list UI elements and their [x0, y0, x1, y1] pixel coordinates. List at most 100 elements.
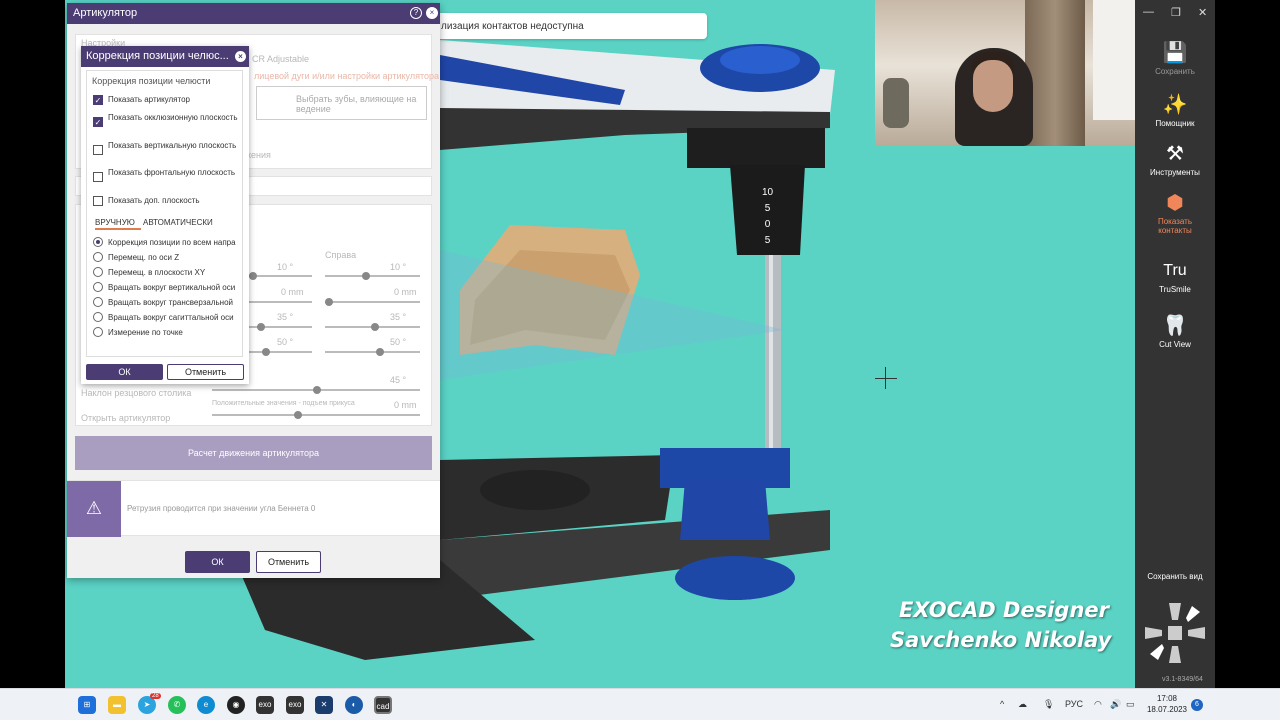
close-icon[interactable]: ×: [426, 7, 438, 19]
left-value-2: 0 mm: [281, 287, 304, 297]
exocad-cad-icon[interactable]: cad: [374, 696, 392, 714]
show-contacts-label: Показать контакты: [1157, 217, 1192, 235]
radio-selected-icon: [93, 237, 103, 247]
trusmile-icon: Tru: [1163, 262, 1187, 279]
trusmile-button[interactable]: Tru TruSmile: [1135, 260, 1215, 294]
assistant-button[interactable]: ✨ Помощник: [1135, 94, 1215, 128]
tooth-icon: 🦷: [1162, 315, 1188, 337]
select-teeth-button[interactable]: Выбрать зубы, влияющие на ведение: [256, 86, 427, 120]
mic-icon[interactable]: 🎙: [1043, 699, 1054, 710]
articulator-type[interactable]: CR Adjustable: [252, 54, 309, 64]
help-icon[interactable]: ?: [410, 7, 422, 19]
dialog-cancel-button[interactable]: Отменить: [256, 551, 321, 573]
checkbox-checked-icon: ✓: [93, 95, 103, 105]
chevron-up-icon[interactable]: ^: [1000, 699, 1004, 709]
chrome-icon[interactable]: ◉: [227, 696, 245, 714]
excel-like-icon[interactable]: ✕: [315, 696, 333, 714]
right-letterbox: [1215, 0, 1280, 720]
show-contacts-button[interactable]: ⬢ Показать контакты: [1135, 192, 1215, 235]
section-header: Коррекция позиции челюсти: [92, 76, 211, 86]
tools-label: Инструменты: [1150, 168, 1200, 177]
tab-manual[interactable]: ВРУЧНУЮ: [95, 218, 135, 227]
scale-label: 0: [764, 219, 771, 230]
left-slider-3[interactable]: [247, 323, 312, 331]
right-toolbar: — ❐ ✕ 💾 Сохранить ✨ Помощник ⚒ Инструмен…: [1135, 0, 1215, 688]
popup-close-icon[interactable]: ×: [235, 51, 246, 62]
popup-ok-button[interactable]: ОК: [86, 364, 163, 380]
left-letterbox: [0, 0, 65, 720]
checkbox-label: Показать вертикальную плоскость: [108, 141, 237, 150]
popup-title: Коррекция позиции челюс...: [86, 50, 229, 62]
right-value-4: 50 °: [390, 337, 407, 347]
crosshair-cursor: [885, 367, 886, 389]
popup-titlebar[interactable]: Коррекция позиции челюс... ×: [81, 46, 249, 67]
wifi-icon[interactable]: ◠: [1094, 699, 1102, 710]
clock-time: 17:08: [1156, 694, 1178, 703]
calculate-motion-button[interactable]: Расчет движения артикулятора: [75, 436, 432, 470]
volume-icon[interactable]: 🔊: [1110, 699, 1121, 710]
dialog-titlebar[interactable]: Артикулятор ? ×: [67, 3, 440, 24]
save-icon: 💾: [1162, 42, 1188, 64]
left-value-4: 50 °: [277, 337, 294, 347]
facebow-hint: лицевой дуги и/или настройки артикулятор…: [254, 71, 440, 81]
cloud-icon[interactable]: ☁: [1018, 699, 1027, 710]
file-explorer-icon[interactable]: ▬: [108, 696, 126, 714]
radio-label: Перемещ. в плоскости XY: [108, 268, 206, 277]
checkbox-label: Показать доп. плоскость: [108, 196, 200, 205]
left-slider-4[interactable]: [247, 348, 312, 356]
left-slider-2[interactable]: [247, 301, 312, 303]
exocad-app-icon[interactable]: exo: [286, 696, 304, 714]
tools-button[interactable]: ⚒ Инструменты: [1135, 143, 1215, 177]
checkbox-unchecked-icon: [93, 172, 103, 182]
checkbox-label: Показать артикулятор: [108, 95, 190, 104]
right-slider-1[interactable]: [325, 272, 420, 280]
windows-start-icon[interactable]: ⊞: [78, 696, 96, 714]
radio-label: Вращать вокруг сагиттальной оси: [108, 313, 234, 322]
restore-icon[interactable]: ❐: [1171, 6, 1181, 19]
popup-cancel-button[interactable]: Отменить: [167, 364, 244, 380]
version-label: v3.1-8349/64: [1162, 676, 1203, 683]
checkbox-unchecked-icon: [93, 145, 103, 155]
tab-automatic[interactable]: АВТОМАТИЧЕСКИ: [143, 218, 213, 227]
incisal-table-slider[interactable]: [212, 386, 420, 394]
checkbox-checked-icon: ✓: [93, 117, 103, 127]
minimize-icon[interactable]: —: [1143, 6, 1154, 18]
whatsapp-icon[interactable]: ✆: [168, 696, 186, 714]
cut-view-button[interactable]: 🦷 Cut View: [1135, 315, 1215, 349]
taskbar: ⊞ ▬ ➤ 28 ✆ e ◉ exo exo ✕ ◐ cad ^ ☁ 🎙 РУС…: [0, 688, 1280, 720]
warning-text: Ретрузия проводится при значении угла Бе…: [127, 504, 316, 513]
incisal-table-label: Наклон резцового столика: [81, 388, 192, 398]
view-cube-icon[interactable]: [1140, 598, 1210, 668]
clock-date: 18.07.2023: [1146, 705, 1188, 714]
left-slider-1[interactable]: [247, 272, 312, 280]
battery-icon[interactable]: ▭: [1126, 699, 1135, 710]
close-window-icon[interactable]: ✕: [1198, 6, 1207, 19]
scale-labels: 10 5 0 5: [762, 185, 773, 249]
radio-icon: [93, 282, 103, 292]
app-icon[interactable]: ◐: [345, 696, 363, 714]
checkbox-label: Показать фронтальную плоскость: [108, 168, 236, 177]
save-label: Сохранить: [1155, 67, 1195, 76]
right-value-1: 10 °: [390, 262, 407, 272]
open-articulator-label[interactable]: Открыть артикулятор: [81, 413, 170, 423]
dialog-ok-button[interactable]: ОК: [185, 551, 250, 573]
positive-values-label: Положительные значения - подъем прикуса: [212, 400, 355, 407]
right-slider-4[interactable]: [325, 348, 420, 356]
right-value-3: 35 °: [390, 312, 407, 322]
right-slider-3[interactable]: [325, 323, 420, 331]
notification-count-badge[interactable]: 6: [1191, 699, 1203, 711]
clock[interactable]: 17:08 18.07.2023: [1143, 693, 1191, 715]
magic-wand-icon: ✨: [1162, 94, 1188, 116]
radio-label: Измерение по точке: [108, 328, 183, 337]
checkbox-label: Показать окклюзионную плоскость: [108, 113, 238, 122]
edge-icon[interactable]: e: [197, 696, 215, 714]
bite-raise-slider[interactable]: [212, 411, 420, 419]
language-indicator[interactable]: РУС: [1065, 699, 1083, 709]
crosshair-cursor: [875, 378, 897, 379]
save-button[interactable]: 💾 Сохранить: [1135, 42, 1215, 76]
exocad-app-icon[interactable]: exo: [256, 696, 274, 714]
radio-icon: [93, 312, 103, 322]
right-slider-2[interactable]: [325, 298, 420, 306]
save-view-label: Сохранить вид: [1147, 572, 1203, 581]
right-value-2: 0 mm: [394, 287, 417, 297]
